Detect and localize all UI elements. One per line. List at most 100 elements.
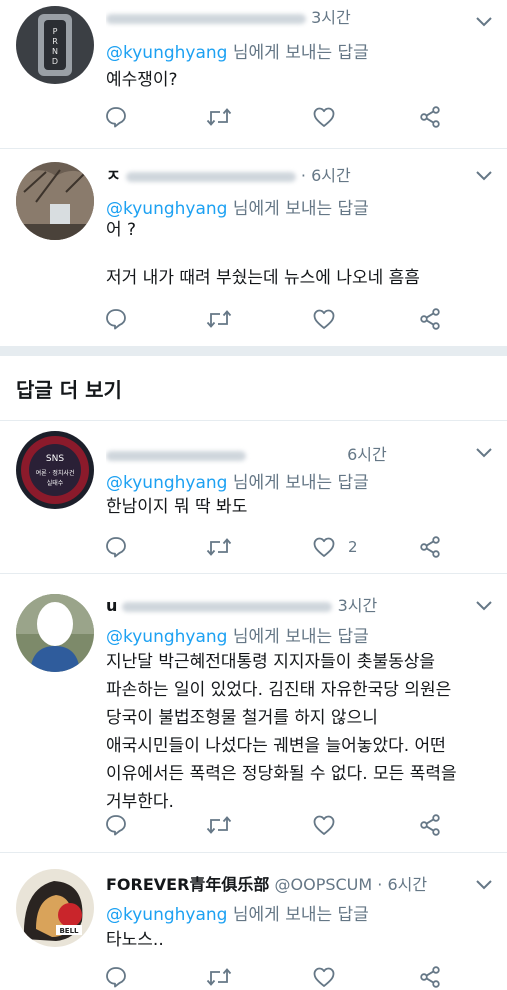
like-icon [312, 535, 336, 559]
tweet-text-line: 타노스.. [106, 930, 164, 950]
avatar[interactable]: SNS 여론 · 정치사건 실태수 [16, 431, 94, 509]
avatar[interactable] [16, 162, 94, 240]
tweet-text-line: 애국시민들이 나섰다는 궤변을 늘어놓았다. 어떤 [106, 736, 446, 756]
user-name[interactable]: FOREVER青年俱乐部 [106, 875, 269, 894]
svg-text:P: P [53, 27, 58, 36]
tweet-text-line: 이유에서든 폭력은 정당화될 수 없다. 모든 폭력을 [106, 764, 457, 784]
tweet-text-line: 저거 내가 때려 부쉈는데 뉴스에 나오네 흠흠 [106, 268, 420, 288]
tweet[interactable]: u 3시간 @kyunghyang 님에게 보내는 답글 지난달 박근혜전대통령… [0, 574, 507, 852]
reply-suffix: 님에게 보내는 답글 [227, 473, 369, 493]
redacted-name [125, 171, 296, 182]
tweet[interactable]: BELL FOREVER青年俱乐部 @OOPSCUM · 6시간 @kyungh… [0, 853, 507, 990]
tweet-actions [106, 812, 446, 838]
reply-icon [104, 105, 128, 129]
like-icon [312, 813, 336, 837]
avatar[interactable]: BELL [16, 869, 94, 947]
like-button[interactable] [312, 104, 348, 130]
retweet-button[interactable] [206, 964, 232, 990]
user-name[interactable]: ㅈ [106, 166, 121, 185]
tweet[interactable]: P R N D 3시간 @kyunghyang 님에게 보내는 답글 예수쟁이? [0, 0, 507, 150]
reply-button[interactable] [104, 812, 128, 838]
chevron-down-icon[interactable] [475, 170, 493, 182]
reply-context: @kyunghyang 님에게 보내는 답글 [106, 900, 369, 925]
tweet-time: 3시간 [311, 8, 351, 27]
share-button[interactable] [418, 534, 442, 560]
tweet-text: 타노스.. [106, 926, 489, 954]
share-button[interactable] [418, 812, 442, 838]
share-button[interactable] [418, 306, 442, 332]
reply-context: @kyunghyang 님에게 보내는 답글 [106, 622, 369, 647]
reply-button[interactable] [104, 306, 128, 332]
tweet-actions [106, 964, 446, 990]
retweet-button[interactable] [206, 534, 232, 560]
tweet-text-line: 어 ? [106, 220, 137, 240]
mention-link[interactable]: @kyunghyang [106, 473, 227, 493]
chevron-down-icon[interactable] [475, 600, 493, 612]
share-button[interactable] [418, 104, 442, 130]
avatar-text: SNS [46, 454, 64, 464]
share-button[interactable] [418, 964, 442, 990]
tweet-actions [106, 306, 446, 332]
redacted-name [122, 601, 333, 612]
redacted-name [106, 450, 246, 461]
like-icon [312, 105, 336, 129]
avatar-text: 여론 · 정치사건 [36, 469, 75, 477]
avatar-text: BELL [59, 927, 79, 935]
like-button[interactable] [312, 964, 348, 990]
reply-icon [104, 535, 128, 559]
reply-button[interactable] [104, 104, 128, 130]
share-icon [418, 307, 442, 331]
divider [0, 148, 507, 149]
reply-context: @kyunghyang 님에게 보내는 답글 [106, 468, 369, 493]
reply-suffix: 님에게 보내는 답글 [227, 627, 369, 647]
svg-text:D: D [52, 57, 58, 66]
tweet-time: 3시간 [337, 596, 378, 615]
tweet-text-line: 당국이 불법조형물 철거를 하지 않으니 [106, 708, 378, 728]
tweet-text: 한남이지 뭐 딱 봐도 [106, 493, 489, 521]
tweet[interactable]: ㅈ · 6시간 @kyunghyang 님에게 보내는 답글 어 ? 저거 내가… [0, 150, 507, 346]
tweet-time: · 6시간 [377, 875, 428, 894]
mention-link[interactable]: @kyunghyang [106, 905, 227, 925]
like-icon [312, 307, 336, 331]
reply-suffix: 님에게 보내는 답글 [227, 43, 369, 63]
like-button[interactable] [312, 812, 348, 838]
tweet-actions [106, 104, 446, 130]
like-button[interactable]: 2 [312, 534, 358, 560]
like-icon [312, 965, 336, 989]
mention-link[interactable]: @kyunghyang [106, 627, 227, 647]
retweet-icon [206, 307, 232, 331]
mention-link[interactable]: @kyunghyang [106, 43, 227, 63]
tweet-header: FOREVER青年俱乐部 @OOPSCUM · 6시간 [106, 871, 467, 895]
retweet-button[interactable] [206, 306, 232, 332]
chevron-down-icon[interactable] [475, 879, 493, 891]
retweet-button[interactable] [206, 812, 232, 838]
tweet-text: 예수쟁이? [106, 66, 489, 94]
reply-button[interactable] [104, 964, 128, 990]
svg-text:R: R [52, 37, 58, 46]
tweet-text-line: 한남이지 뭐 딱 봐도 [106, 497, 248, 517]
avatar-text: 실태수 [47, 479, 64, 487]
share-icon [418, 105, 442, 129]
avatar[interactable]: P R N D [16, 6, 94, 84]
tweet-text-line: 지난달 박근혜전대통령 지지자들이 촛불동상을 [106, 652, 436, 672]
tweet-header: 3시간 [106, 4, 467, 28]
like-button[interactable] [312, 306, 348, 332]
reply-icon [104, 307, 128, 331]
reply-button[interactable] [104, 534, 128, 560]
retweet-icon [206, 813, 232, 837]
reply-suffix: 님에게 보내는 답글 [227, 905, 369, 925]
tweet-text: 어 ? 저거 내가 때려 부쉈는데 뉴스에 나오네 흠흠 [106, 216, 489, 292]
chevron-down-icon[interactable] [475, 16, 493, 28]
user-handle[interactable]: @OOPSCUM [275, 875, 373, 894]
tweet-header: 6시간 [106, 441, 467, 465]
share-icon [418, 535, 442, 559]
user-name[interactable]: u [106, 596, 117, 615]
tweet-header: ㅈ · 6시간 [106, 162, 467, 186]
chevron-down-icon[interactable] [475, 447, 493, 459]
reply-icon [104, 813, 128, 837]
avatar[interactable] [16, 594, 94, 672]
reply-context: @kyunghyang 님에게 보내는 답글 [106, 38, 369, 63]
retweet-button[interactable] [206, 104, 232, 130]
reply-icon [104, 965, 128, 989]
tweet[interactable]: SNS 여론 · 정치사건 실태수 6시간 @kyunghyang 님에게 보내… [0, 421, 507, 573]
